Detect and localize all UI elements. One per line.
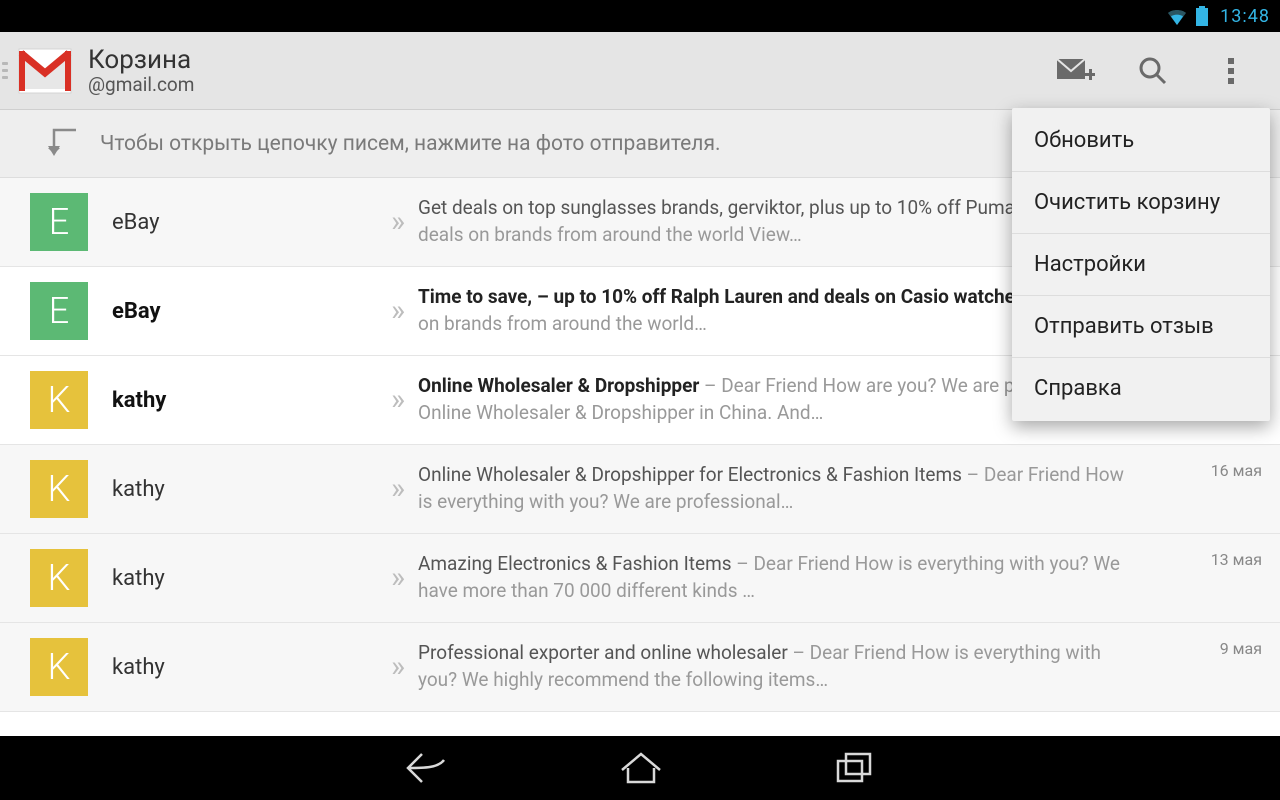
battery-icon — [1196, 6, 1208, 26]
android-nav-bar — [0, 736, 1280, 800]
chevron-icon: » — [378, 385, 418, 415]
status-clock: 13:48 — [1220, 6, 1270, 27]
email-row[interactable]: Kkathy»Amazing Electronics & Fashion Ite… — [0, 534, 1280, 623]
sender-name: eBay — [88, 210, 378, 235]
drawer-handle-icon[interactable] — [0, 32, 10, 110]
chevron-icon: » — [378, 563, 418, 593]
menu-feedback[interactable]: Отправить отзыв — [1012, 296, 1270, 358]
email-row[interactable]: Kkathy»Professional exporter and online … — [0, 623, 1280, 712]
gmail-app: Корзина @gmail.com — [0, 32, 1280, 736]
android-status-bar: 13:48 — [0, 0, 1280, 32]
email-date: 16 мая — [1162, 461, 1262, 480]
menu-refresh[interactable]: Обновить — [1012, 110, 1270, 172]
sender-avatar[interactable]: K — [30, 460, 88, 518]
compose-button[interactable] — [1036, 32, 1114, 110]
sender-name: kathy — [88, 655, 378, 680]
sender-name: eBay — [88, 299, 378, 324]
home-button[interactable] — [618, 750, 664, 786]
sender-name: kathy — [88, 477, 378, 502]
chevron-icon: » — [378, 474, 418, 504]
overflow-button[interactable] — [1192, 32, 1270, 110]
email-snippet: Professional exporter and online wholesa… — [418, 640, 1162, 693]
account-subtitle: @gmail.com — [88, 73, 194, 96]
overflow-menu: Обновить Очистить корзину Настройки Отпр… — [1012, 108, 1270, 421]
chevron-icon: » — [378, 652, 418, 682]
sender-avatar[interactable]: K — [30, 371, 88, 429]
sender-avatar[interactable]: K — [30, 549, 88, 607]
back-button[interactable] — [404, 750, 448, 786]
tip-text: Чтобы открыть цепочку писем, нажмите на … — [100, 132, 721, 156]
tip-arrow-icon — [40, 122, 80, 166]
menu-help[interactable]: Справка — [1012, 358, 1270, 419]
folder-title-block[interactable]: Корзина @gmail.com — [88, 45, 194, 96]
chevron-icon: » — [378, 296, 418, 326]
menu-settings[interactable]: Настройки — [1012, 234, 1270, 296]
menu-empty-trash[interactable]: Очистить корзину — [1012, 172, 1270, 234]
search-button[interactable] — [1114, 32, 1192, 110]
gmail-icon[interactable] — [16, 42, 74, 100]
email-date: 13 мая — [1162, 550, 1262, 569]
sender-name: kathy — [88, 566, 378, 591]
email-snippet: Amazing Electronics & Fashion Items – De… — [418, 551, 1162, 604]
sender-avatar[interactable]: E — [30, 282, 88, 340]
sender-avatar[interactable]: K — [30, 638, 88, 696]
chevron-icon: » — [378, 207, 418, 237]
sender-avatar[interactable]: E — [30, 193, 88, 251]
action-bar: Корзина @gmail.com — [0, 32, 1280, 110]
wifi-icon — [1166, 7, 1188, 25]
folder-title: Корзина — [88, 45, 194, 75]
email-snippet: Online Wholesaler & Dropshipper for Elec… — [418, 462, 1162, 515]
recents-button[interactable] — [834, 751, 876, 785]
email-row[interactable]: Kkathy»Online Wholesaler & Dropshipper f… — [0, 445, 1280, 534]
sender-name: kathy — [88, 388, 378, 413]
email-date: 9 мая — [1162, 639, 1262, 658]
